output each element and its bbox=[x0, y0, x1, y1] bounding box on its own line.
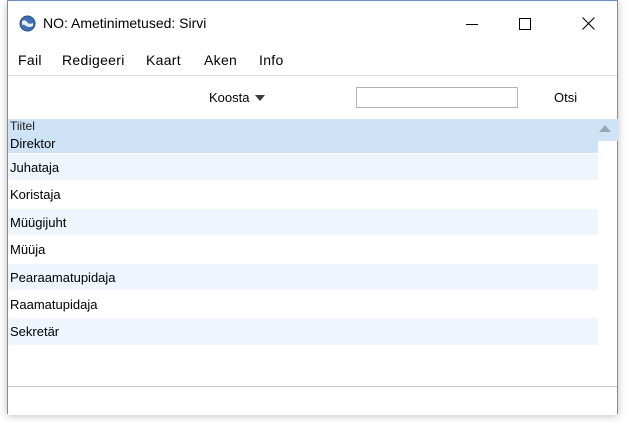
list-item[interactable]: Müügijuht bbox=[8, 208, 598, 237]
list-item[interactable]: Pearaamatupidaja bbox=[8, 263, 598, 291]
menu-bar: Fail Redigeeri Kaart Aken Info bbox=[8, 46, 617, 75]
search-input[interactable] bbox=[356, 87, 518, 108]
maximize-button[interactable] bbox=[502, 1, 548, 46]
minimize-button[interactable] bbox=[449, 1, 495, 46]
list-item[interactable]: Sekretär bbox=[8, 318, 598, 346]
list-item[interactable]: Koristaja bbox=[8, 181, 598, 209]
menu-item-redigeeri[interactable]: Redigeeri bbox=[62, 52, 125, 68]
records-list[interactable]: Tiitel Direktor Juhataja Koristaja Müügi… bbox=[8, 119, 618, 386]
close-icon bbox=[581, 17, 595, 30]
column-header-tiitel[interactable]: Tiitel bbox=[8, 119, 598, 134]
status-bar bbox=[8, 386, 617, 415]
toolbar: Koosta Otsi bbox=[8, 75, 617, 120]
app-globe-icon bbox=[19, 15, 36, 32]
browse-window: NO: Ametinimetused: Sirvi Fail Redigeeri… bbox=[7, 0, 618, 415]
search-button[interactable]: Otsi bbox=[554, 90, 577, 105]
window-title: NO: Ametinimetused: Sirvi bbox=[43, 15, 207, 31]
scroll-up-arrow-icon[interactable] bbox=[599, 125, 611, 132]
menu-item-info[interactable]: Info bbox=[259, 52, 284, 68]
close-button[interactable] bbox=[565, 1, 611, 46]
menu-item-fail[interactable]: Fail bbox=[18, 52, 42, 68]
list-item[interactable]: Müüja bbox=[8, 236, 598, 264]
sort-dropdown-label: Koosta bbox=[209, 90, 250, 105]
maximize-icon bbox=[519, 17, 531, 30]
list-rows: Direktor Juhataja Koristaja Müügijuht Mü… bbox=[8, 134, 598, 346]
minimize-icon bbox=[466, 23, 478, 25]
chevron-down-icon bbox=[255, 95, 266, 101]
sort-dropdown[interactable]: Koosta bbox=[209, 90, 266, 105]
menu-item-aken[interactable]: Aken bbox=[204, 52, 237, 68]
title-bar[interactable]: NO: Ametinimetused: Sirvi bbox=[8, 1, 617, 46]
list-item[interactable]: Direktor bbox=[8, 134, 598, 154]
menu-item-kaart[interactable]: Kaart bbox=[146, 52, 181, 68]
list-item[interactable]: Raamatupidaja bbox=[8, 290, 598, 319]
list-item[interactable]: Juhataja bbox=[8, 154, 598, 182]
